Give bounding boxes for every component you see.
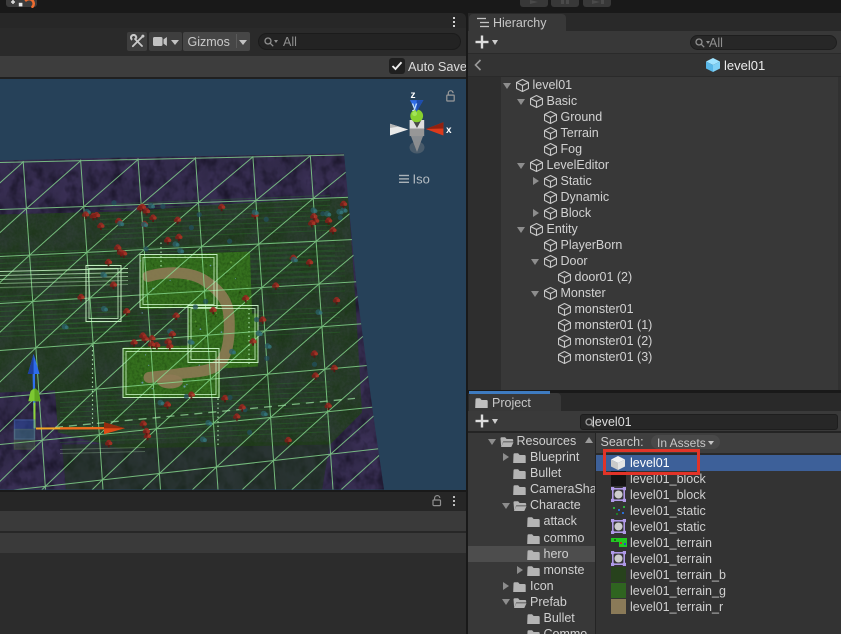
svg-text:x: x	[446, 125, 452, 136]
svg-text:y: y	[412, 101, 418, 112]
svg-text:Iso: Iso	[413, 171, 430, 186]
svg-text:z: z	[411, 90, 416, 101]
